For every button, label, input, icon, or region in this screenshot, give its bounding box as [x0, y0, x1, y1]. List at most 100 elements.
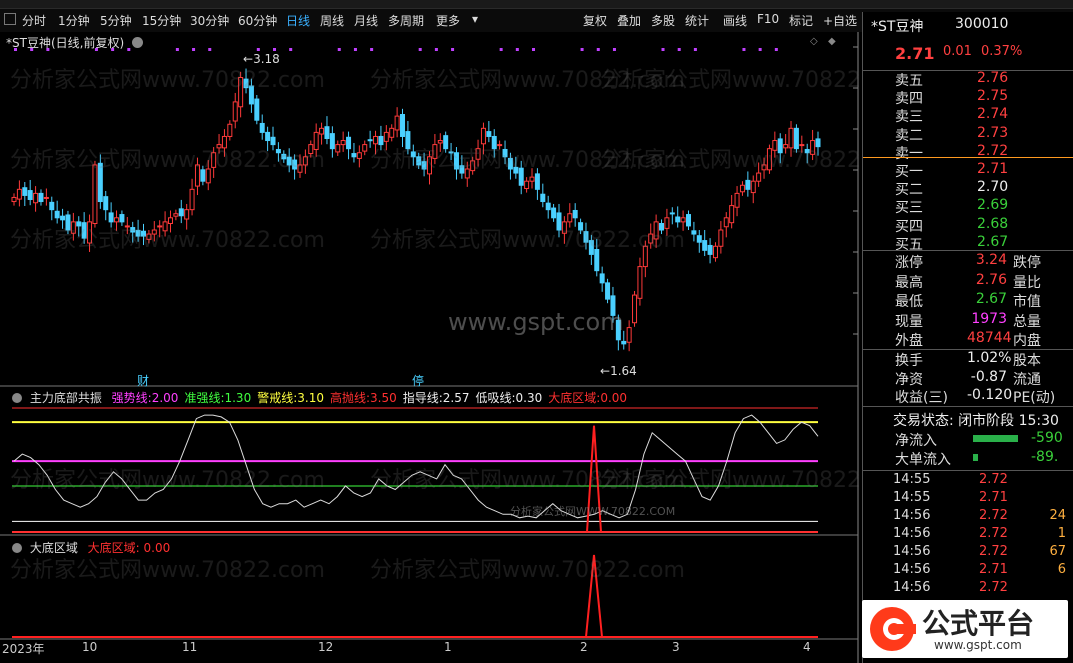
signal-dot [596, 48, 600, 51]
bid-row[interactable]: 买二 2.70 [863, 179, 1073, 198]
bottom-line-value: 0.00 [143, 541, 171, 555]
candle-body [756, 172, 762, 182]
candle-body [70, 221, 76, 234]
candle-body [162, 221, 168, 232]
tick-price: 2.72 [979, 526, 1008, 541]
arrow-left-icon: ← [243, 52, 254, 66]
candle-body [248, 85, 254, 105]
bid-row[interactable]: 买一 2.71 [863, 161, 1073, 180]
stat-label: 流通 [1013, 371, 1041, 388]
period-tab[interactable]: 60分钟 [238, 12, 277, 29]
level-price: 2.71 [977, 161, 1009, 177]
tool-button[interactable]: F10 [757, 12, 779, 26]
tick-price: 2.72 [979, 580, 1008, 595]
candle-body [27, 190, 33, 200]
indicator-line-value: 0.30 [515, 391, 543, 405]
finance-marker[interactable]: 财 [137, 372, 149, 389]
candle-body [729, 205, 735, 224]
candle-body [119, 214, 125, 223]
last-price: 2.71 [895, 44, 935, 63]
tool-button[interactable]: 标记 [789, 12, 813, 29]
candle-body [788, 127, 794, 149]
diamond-icon[interactable]: ◇ [810, 36, 818, 47]
candle-body [799, 144, 805, 147]
ask-row[interactable]: 卖一 2.72 [863, 143, 1073, 162]
candle-body [702, 240, 708, 251]
caret-down-icon[interactable]: ▾ [472, 12, 478, 26]
stat-label: 现量 [895, 313, 923, 330]
tool-button[interactable]: 多股 [651, 12, 675, 29]
candle-body [211, 152, 217, 168]
tick-time: 14:56 [893, 580, 931, 595]
tick-row: 14:56 2.72 67 [863, 544, 1073, 562]
tool-button[interactable]: 画线 [723, 12, 747, 29]
chevron-down-icon[interactable] [131, 37, 143, 48]
ask-row[interactable]: 卖二 2.73 [863, 125, 1073, 144]
chevron-down-icon[interactable] [12, 393, 22, 403]
period-tab[interactable]: 月线 [354, 12, 378, 29]
candle-body [745, 179, 751, 190]
period-tab[interactable]: 15分钟 [142, 12, 181, 29]
tick-row: 14:56 2.72 1 [863, 526, 1073, 544]
bid-row[interactable]: 买三 2.69 [863, 197, 1073, 216]
candle-body [707, 244, 713, 255]
tick-volume: 67 [1049, 544, 1066, 559]
candle-body [124, 225, 130, 228]
candle-body [275, 148, 281, 154]
signal-dot [289, 48, 293, 51]
candle-body [680, 217, 686, 223]
stat-value: -0.87 [970, 368, 1007, 385]
panel-toggle-icon[interactable] [4, 13, 16, 25]
candle-body [669, 212, 675, 215]
chart-canvas[interactable] [0, 32, 862, 663]
candle-body [524, 180, 530, 190]
period-tab[interactable]: 周线 [320, 12, 344, 29]
period-tab[interactable]: 更多 [436, 12, 460, 29]
candle-body [551, 207, 557, 219]
tool-button[interactable]: 叠加 [617, 12, 641, 29]
candle-body [108, 212, 114, 223]
diamond-filled-icon[interactable]: ◆ [828, 36, 836, 47]
period-tab[interactable]: 30分钟 [190, 12, 229, 29]
period-tab[interactable]: 多周期 [388, 12, 424, 29]
tool-button[interactable]: +自选 [823, 12, 857, 29]
candle-body [810, 140, 816, 155]
candle-body [750, 180, 756, 194]
main-title-text: *ST豆神(日线,前复权) [6, 36, 125, 50]
chart-area[interactable]: *ST豆神(日线,前复权) ◇ ◆ ←3.18 ←1.64 财 停 www.gs… [0, 32, 915, 663]
bid-row[interactable]: 买四 2.68 [863, 216, 1073, 235]
price-change-pct: 0.37% [981, 44, 1023, 59]
candle-body [772, 140, 778, 151]
level-price: 2.75 [977, 88, 1009, 105]
ask-row[interactable]: 卖四 2.75 [863, 88, 1073, 107]
tick-row: 14:55 2.72 [863, 472, 1073, 490]
candle-body [718, 229, 724, 247]
ask-row[interactable]: 卖五 2.76 [863, 70, 1073, 89]
high-price-label: ←3.18 [243, 52, 280, 66]
candle-body [448, 151, 454, 154]
period-tab[interactable]: 1分钟 [58, 12, 90, 29]
candle-body [777, 138, 783, 154]
indicator-line-value: 0.00 [600, 391, 628, 405]
period-tab[interactable]: 日线 [286, 12, 310, 29]
period-tab[interactable]: 5分钟 [100, 12, 132, 29]
candle-body [443, 135, 449, 150]
period-tab[interactable]: 分时 [22, 12, 46, 29]
candle-body [453, 152, 459, 170]
candle-body [507, 157, 513, 170]
candle-body [232, 101, 238, 122]
tool-button[interactable]: 复权 [583, 12, 607, 29]
stat-label: 净资 [895, 371, 923, 388]
candle-body [599, 273, 605, 284]
candle-body [130, 227, 136, 233]
indicator-name: 主力底部共振 [29, 391, 102, 405]
chevron-down-icon[interactable] [12, 543, 22, 553]
ask-row[interactable]: 卖三 2.74 [863, 106, 1073, 125]
tool-button[interactable]: 统计 [685, 12, 709, 29]
high-price-value: 3.18 [253, 52, 280, 66]
signal-dot [337, 48, 341, 51]
candle-body [675, 216, 681, 223]
candle-body [254, 98, 260, 121]
candle-body [545, 202, 551, 211]
suspend-marker[interactable]: 停 [412, 372, 424, 389]
